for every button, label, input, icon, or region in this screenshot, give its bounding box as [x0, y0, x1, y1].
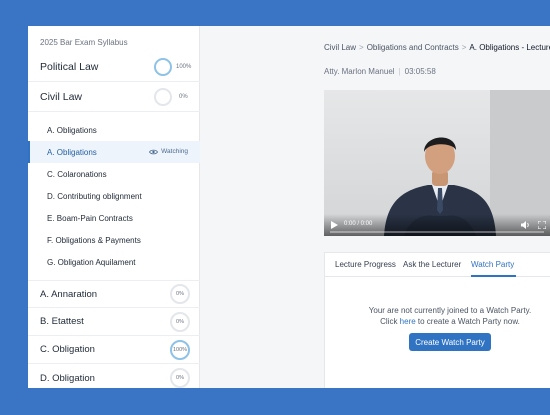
lesson-label: C. Colaronations — [47, 169, 107, 179]
lecture-duration: 03:05:58 — [404, 67, 436, 76]
subject-row[interactable]: D. Obligation 0% — [28, 364, 200, 388]
fullscreen-icon[interactable] — [538, 221, 546, 229]
subject-label: Political Law — [40, 60, 99, 73]
tab-lecture-progress[interactable]: Lecture Progress — [335, 260, 396, 269]
eye-icon — [149, 149, 159, 154]
watch-party-message: Your are not currently joined to a Watch… — [325, 305, 550, 327]
lesson-label: E. Boam-Pain Contracts — [47, 213, 133, 223]
hint-suffix: to create a Watch Party now. — [415, 317, 520, 326]
progress-ring — [154, 58, 172, 76]
lesson-item[interactable]: A. Obligations — [28, 119, 200, 141]
lesson-label: A. Obligations — [47, 125, 97, 135]
progress-percent: 0% — [176, 318, 184, 325]
breadcrumb-item[interactable]: Civil Law — [324, 43, 356, 52]
create-watch-party-button[interactable]: Create Watch Party — [409, 333, 491, 351]
subject-label: A. Annaration — [40, 288, 98, 300]
progress-ring: 0% — [170, 311, 190, 332]
progress-ring: 0% — [170, 368, 190, 388]
create-watch-party-link[interactable]: here — [400, 317, 416, 326]
hint-prefix: Click — [380, 317, 400, 326]
breadcrumb-separator: > — [359, 43, 364, 52]
progress-percent: 0% — [179, 94, 188, 100]
lesson-label: A. Obligations — [47, 147, 97, 157]
lesson-item[interactable]: D. Contributing oblignment — [28, 185, 200, 207]
subject-political-law[interactable]: Political Law 100% — [28, 52, 200, 82]
watching-label: Watching — [161, 148, 188, 155]
subject-civil-law[interactable]: Civil Law 0% — [28, 82, 200, 112]
play-icon[interactable] — [331, 221, 338, 229]
active-tab-indicator — [471, 275, 516, 277]
lesson-item[interactable]: E. Boam-Pain Contracts — [28, 207, 200, 229]
subject-row[interactable]: C. Obligation 100% — [28, 336, 200, 364]
playback-scrubber[interactable] — [330, 231, 544, 233]
progress-ring: 100% — [170, 339, 190, 360]
subject-label: B. Etattest — [40, 316, 84, 327]
course-title: 2025 Bar Exam Syllabus — [40, 38, 128, 47]
subject-row[interactable]: A. Annaration 0% — [28, 280, 200, 308]
breadcrumb-item[interactable]: Obligations and Contracts — [367, 43, 459, 52]
main-content: Civil Law > Obligations and Contracts > A. O… — [200, 26, 550, 388]
breadcrumb-separator: > — [461, 43, 467, 52]
subject-label: C. Obligation — [40, 344, 95, 355]
progress-ring: 0% — [170, 284, 190, 304]
lesson-label: F. Obligations & Payments — [47, 235, 141, 245]
watching-indicator: Watching — [149, 148, 188, 155]
subject-row[interactable]: B. Etattest 0% — [28, 308, 200, 336]
progress-percent: 100% — [172, 346, 188, 353]
volume-icon[interactable] — [521, 221, 530, 229]
progress-percent: 0% — [176, 375, 184, 381]
subject-label: D. Obligation — [40, 372, 95, 384]
lesson-label: D. Contributing oblignment — [47, 191, 142, 201]
lecture-meta: Atty. Marlon Manuel | 03:05:58 — [324, 67, 436, 76]
watch-party-status: Your are not currently joined to a Watch… — [368, 306, 532, 315]
tab-ask-the-lecturer[interactable]: Ask the Lecturer — [403, 260, 461, 269]
progress-ring — [154, 88, 172, 106]
breadcrumb: Civil Law > Obligations and Contracts > A. O… — [324, 43, 550, 52]
subject-label: Civil Law — [40, 90, 83, 103]
progress-percent: 100% — [176, 64, 192, 70]
playback-time: 0:00 / 0:00 — [344, 221, 373, 227]
syllabus-sidebar: 2025 Bar Exam Syllabus Political Law 100… — [28, 26, 200, 388]
lesson-item[interactable]: F. Obligations & Payments — [28, 229, 200, 251]
lesson-item-active[interactable]: A. Obligations Watching — [28, 141, 200, 163]
meta-divider: | — [398, 67, 401, 76]
tab-bar: Lecture Progress Ask the Lecturer Watch … — [325, 253, 550, 277]
lesson-label: G. Obligation Aquilament — [47, 257, 136, 267]
player-controls: 0:00 / 0:00 — [324, 214, 550, 236]
progress-percent: 0% — [176, 291, 184, 297]
lecture-tabs-panel: Lecture Progress Ask the Lecturer Watch … — [324, 252, 550, 388]
watch-party-hint: Click here to create a Watch Party now. — [325, 316, 550, 327]
lesson-item[interactable]: C. Colaronations — [28, 163, 200, 185]
tab-watch-party[interactable]: Watch Party — [471, 260, 514, 269]
app-window: 2025 Bar Exam Syllabus Political Law 100… — [28, 26, 550, 388]
video-player[interactable]: 0:00 / 0:00 — [324, 90, 550, 236]
lecturer-name: Atty. Marlon Manuel — [324, 67, 395, 76]
breadcrumb-current: A. Obligations - Lecture — [469, 43, 550, 52]
lesson-item[interactable]: G. Obligation Aquilament — [28, 251, 200, 273]
